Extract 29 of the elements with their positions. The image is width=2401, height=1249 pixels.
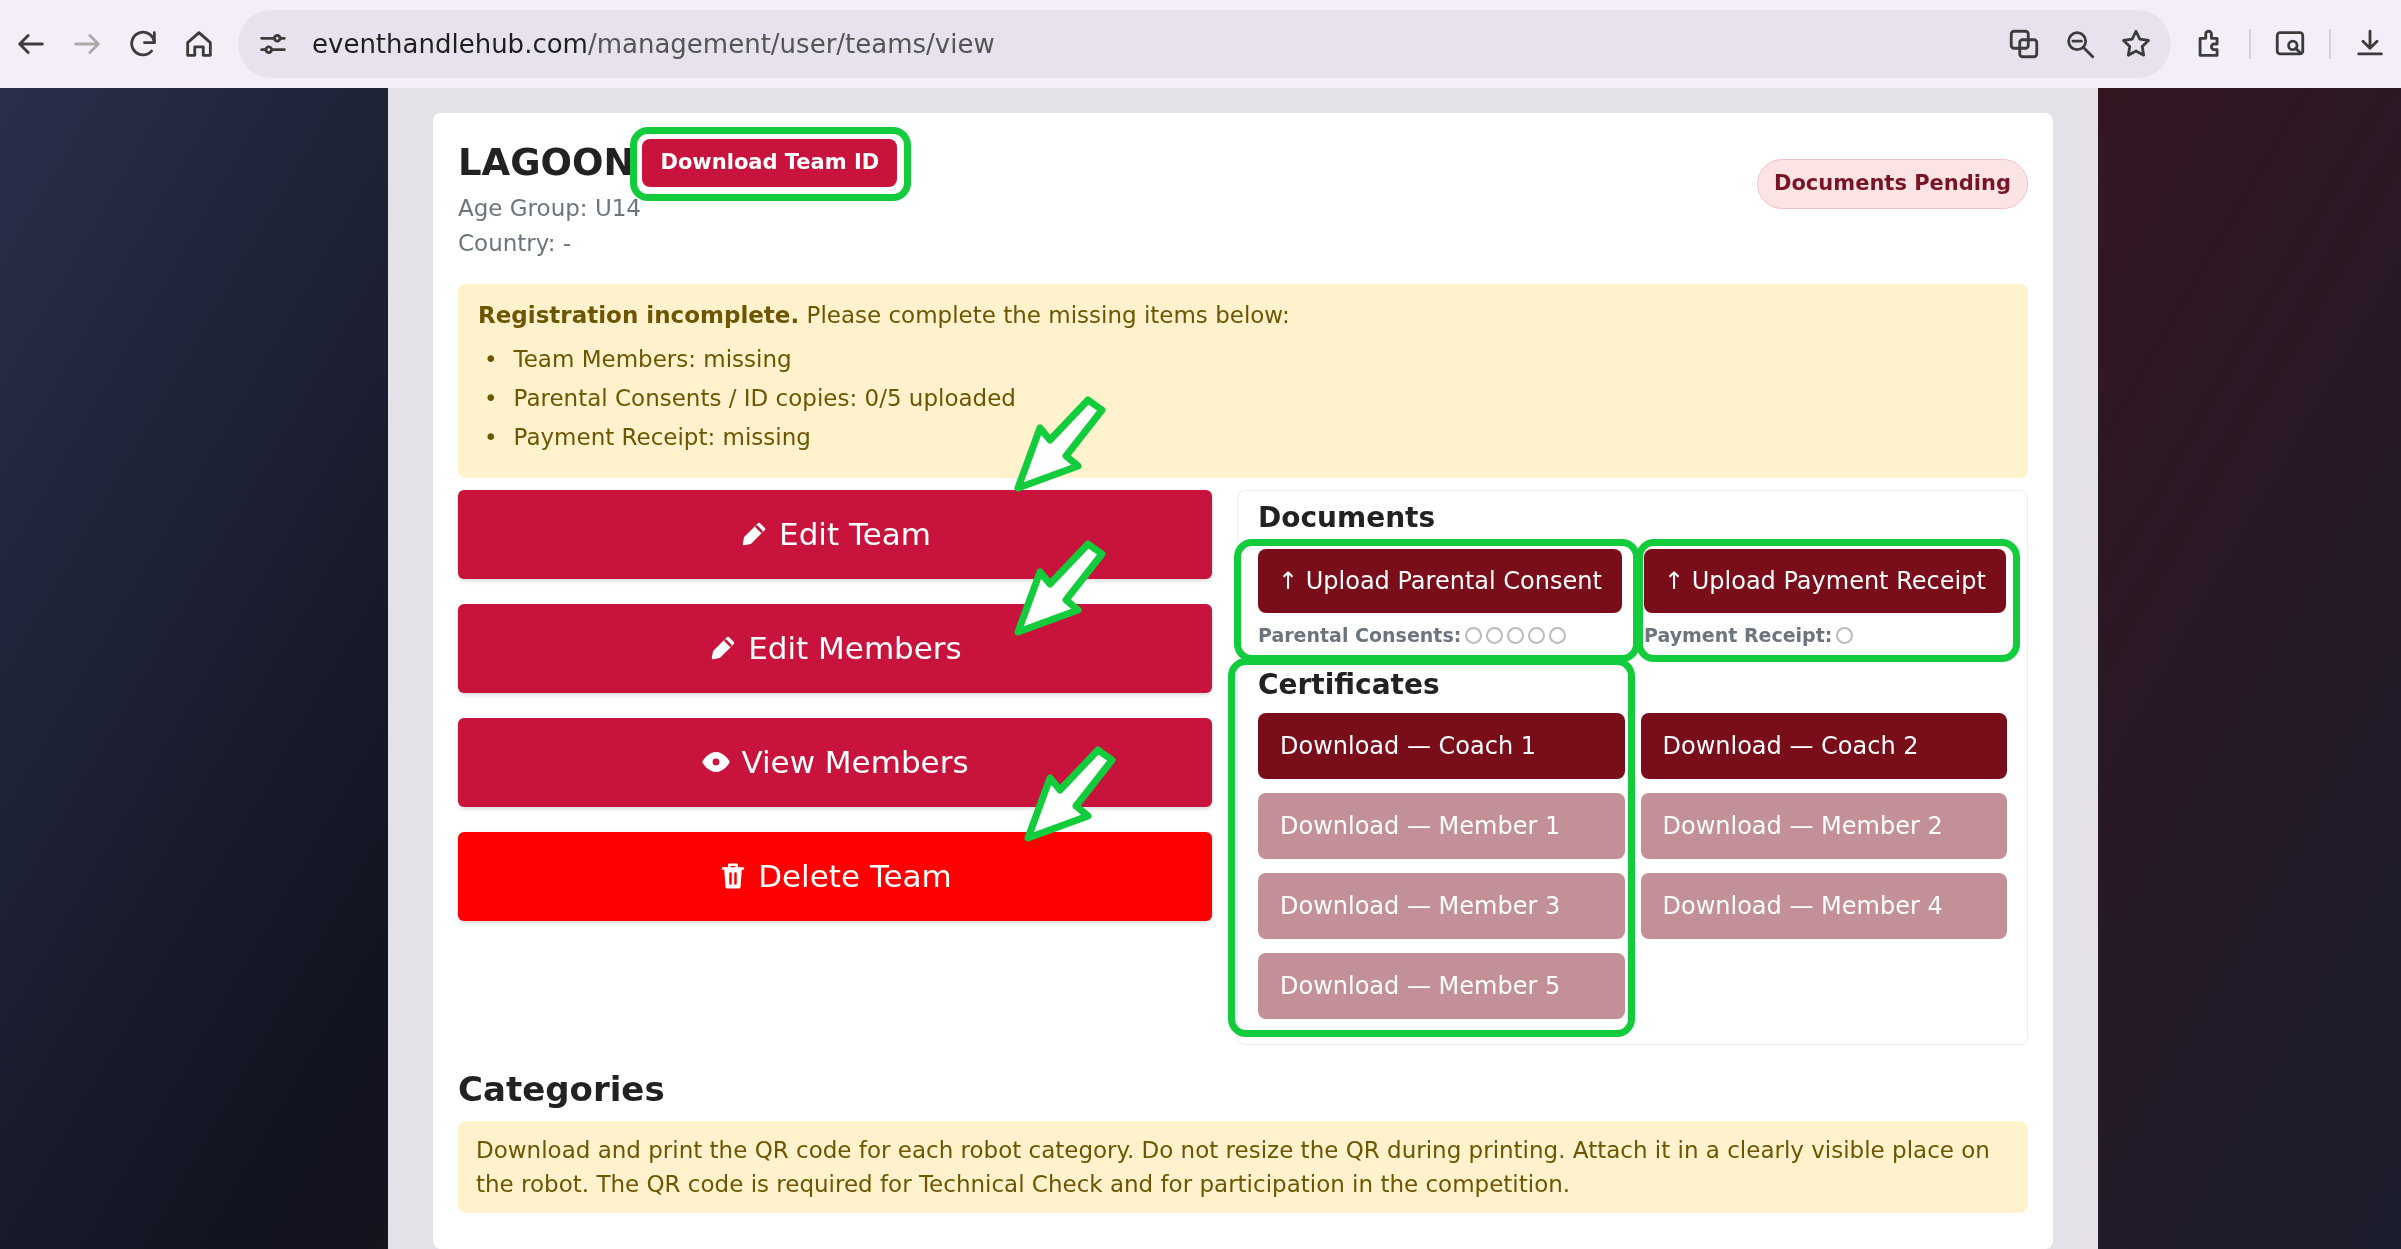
section-heading: Certificates [1258, 669, 1440, 701]
info-note: Download and print the QR code for each robot category. Do not resize the QR during printing. Attach it in a clearly visible place on the robot. The QR code is required for Technical Check and for participation in the competition. [458, 1121, 2028, 1214]
section-heading: Categories [458, 1068, 666, 1110]
edit-button[interactable]: Edit Members [458, 603, 1212, 693]
delete-button[interactable]: Delete Team [458, 831, 1212, 921]
download-team-id-button[interactable]: Download Team ID [642, 139, 898, 187]
upload-status-label: Parental Consents: [1258, 623, 1462, 649]
certificate-download-button[interactable]: Download — Coach 2 [1640, 712, 2007, 779]
upload-status-label: Payment Receipt: [1644, 623, 1833, 649]
missing-item: Team Members: missing [513, 345, 792, 375]
upload-button[interactable]: ↑ Upload Parental Consent [1258, 549, 1622, 614]
url-text: eventhandlehub.com/management/user/teams/view [312, 27, 996, 61]
certificate-download-button[interactable]: Download — Coach 1 [1258, 712, 1625, 779]
team-name: LAGOON [458, 140, 635, 186]
bullet-mark: • [484, 423, 498, 453]
country-text: Country: - [458, 229, 573, 259]
address-bar[interactable]: eventhandlehub.com/management/user/teams/view [238, 10, 2171, 78]
missing-item: Payment Receipt: missing [513, 423, 811, 453]
section-heading: Documents [1258, 502, 1437, 534]
view-button[interactable]: View Members [458, 717, 1212, 807]
bullet-mark: • [484, 384, 498, 414]
upload-button[interactable]: ↑ Upload Payment Receipt [1644, 549, 2006, 614]
missing-item: Parental Consents / ID copies: 0/5 uploaded [513, 384, 1016, 414]
translate-icon[interactable] [2007, 27, 2041, 61]
age-group-text: Age Group: U14 [458, 193, 642, 223]
edit-button[interactable]: Edit Team [458, 489, 1212, 579]
bullet-mark: • [484, 345, 498, 375]
alert-message: Registration incomplete. Please complete the missing items below: [478, 300, 1291, 330]
status-badge: Documents Pending [1757, 159, 2028, 209]
